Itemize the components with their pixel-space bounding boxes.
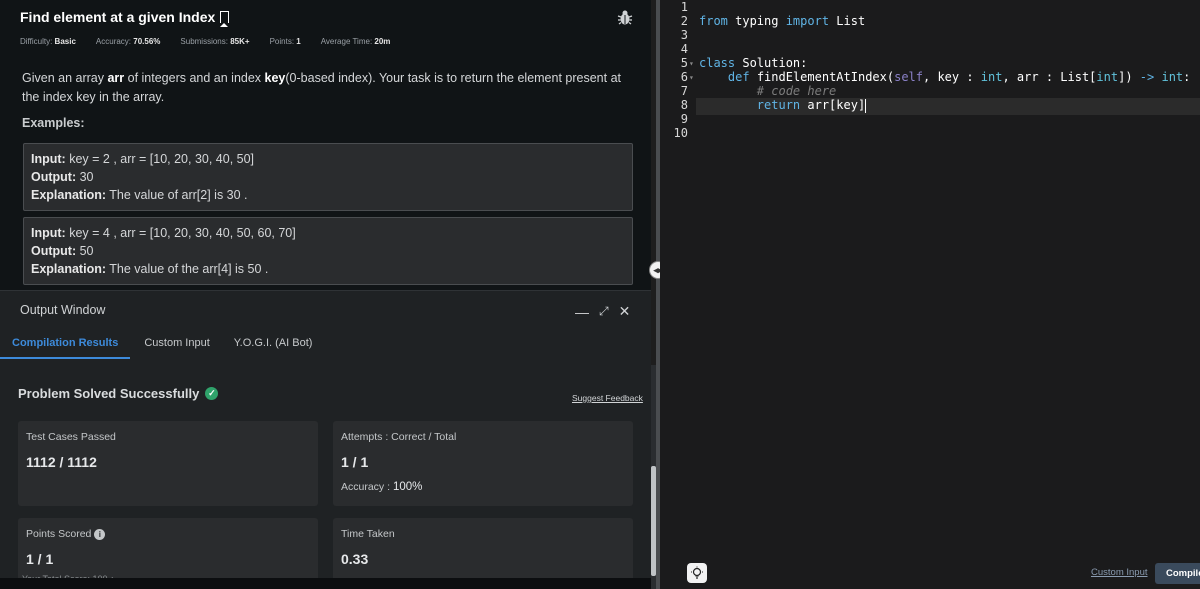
- app-root: Find element at a given Index Difficulty…: [0, 0, 1200, 589]
- compile-run-button[interactable]: Compile & Run: [1155, 563, 1200, 584]
- line-number: 7: [680, 84, 688, 98]
- expand-icon[interactable]: ⤢: [599, 304, 609, 319]
- check-circle-icon: ✓: [205, 387, 219, 400]
- problem-title-row: Find element at a given Index: [20, 9, 230, 27]
- solved-status: Problem Solved Successfully ✓: [18, 386, 219, 401]
- line-number: 10: [673, 126, 688, 140]
- info-icon[interactable]: i: [94, 528, 106, 540]
- minimize-icon[interactable]: —: [575, 304, 589, 320]
- points-scored-label: Points Scored i: [26, 528, 106, 540]
- problem-panel: Find element at a given Index Difficulty…: [0, 0, 651, 290]
- line-number: 4: [680, 42, 688, 56]
- tests-passed-value: 1112 / 1112: [26, 454, 97, 470]
- fold-arrow-icon[interactable]: ▾: [689, 59, 696, 68]
- tab-compilation-results[interactable]: Compilation Results: [0, 331, 131, 359]
- line-number: 5: [680, 56, 688, 70]
- points-scored-value: 1 / 1: [26, 551, 54, 567]
- text-cursor: [865, 98, 867, 113]
- attempts-card: Attempts : Correct / Total 1 / 1 Accurac…: [333, 421, 633, 506]
- bug-report-icon[interactable]: [615, 9, 635, 27]
- time-taken-label: Time Taken: [341, 528, 395, 540]
- time-taken-value: 0.33: [341, 551, 369, 567]
- code-editor[interactable]: 1 2 3 4 5 ▾ 6 ▾ 7 8 9 10 from typing imp…: [660, 0, 1200, 559]
- line-number: 3: [680, 28, 688, 42]
- line-number-gutter: 1 2 3 4 5 ▾ 6 ▾ 7 8 9 10: [660, 0, 696, 559]
- output-tabs: Compilation Results Custom Input Y.O.G.I…: [0, 331, 651, 359]
- output-window-title: Output Window: [20, 303, 106, 317]
- meta-submissions: Submissions: 85K+: [180, 37, 250, 46]
- lightbulb-hint-icon[interactable]: [687, 563, 707, 583]
- examples-heading: Examples:: [22, 116, 85, 130]
- accuracy-row: Accuracy : 100%: [341, 481, 423, 493]
- suggest-feedback-link[interactable]: Suggest Feedback: [572, 393, 643, 403]
- attempts-value: 1 / 1: [341, 454, 369, 470]
- code-line[interactable]: from typing import List: [699, 14, 865, 28]
- line-number: 1: [680, 0, 688, 14]
- output-window-controls: — ⤢ ✕: [575, 303, 630, 320]
- example-box: Input: key = 2 , arr = [10, 20, 30, 40, …: [23, 143, 633, 211]
- code-line[interactable]: # code here: [699, 84, 836, 98]
- problem-title: Find element at a given Index: [20, 9, 216, 25]
- code-line[interactable]: class Solution:: [699, 56, 807, 70]
- close-icon[interactable]: ✕: [619, 303, 631, 320]
- code-line[interactable]: return arr[key]: [699, 98, 867, 113]
- fold-arrow-icon[interactable]: ▾: [689, 73, 696, 82]
- bookmark-icon[interactable]: [220, 11, 230, 27]
- attempts-label: Attempts : Correct / Total: [341, 431, 457, 443]
- example-box: Input: key = 4 , arr = [10, 20, 30, 40, …: [23, 217, 633, 285]
- tests-passed-card: Test Cases Passed 1112 / 1112: [18, 421, 318, 506]
- output-window: Output Window — ⤢ ✕ Compilation Results …: [0, 290, 651, 589]
- tab-custom-input[interactable]: Custom Input: [132, 331, 221, 359]
- meta-points: Points: 1: [269, 37, 301, 46]
- line-number: 6: [680, 70, 688, 84]
- tests-passed-label: Test Cases Passed: [26, 431, 116, 443]
- problem-meta: Difficulty: Basic Accuracy: 70.56% Submi…: [20, 37, 390, 46]
- line-number: 2: [680, 14, 688, 28]
- problem-description: Given an array arr of integers and an in…: [22, 71, 621, 104]
- meta-average-time: Average Time: 20m: [320, 37, 391, 46]
- custom-input-link[interactable]: Custom Input: [1091, 567, 1148, 578]
- line-number: 8: [680, 98, 688, 112]
- accuracy-value: 100%: [392, 481, 423, 493]
- tab-yogi-ai-bot[interactable]: Y.O.G.I. (AI Bot): [222, 331, 325, 359]
- horizontal-scrollbar[interactable]: [0, 578, 651, 589]
- code-line[interactable]: def findElementAtIndex(self, key : int, …: [699, 70, 1190, 84]
- line-number: 9: [680, 112, 688, 126]
- editor-bottom-bar: Custom Input Compile & Run: [660, 559, 1200, 589]
- solved-status-text: Problem Solved Successfully: [18, 386, 200, 401]
- meta-difficulty: Difficulty: Basic: [20, 37, 76, 46]
- meta-accuracy: Accuracy: 70.56%: [95, 37, 161, 46]
